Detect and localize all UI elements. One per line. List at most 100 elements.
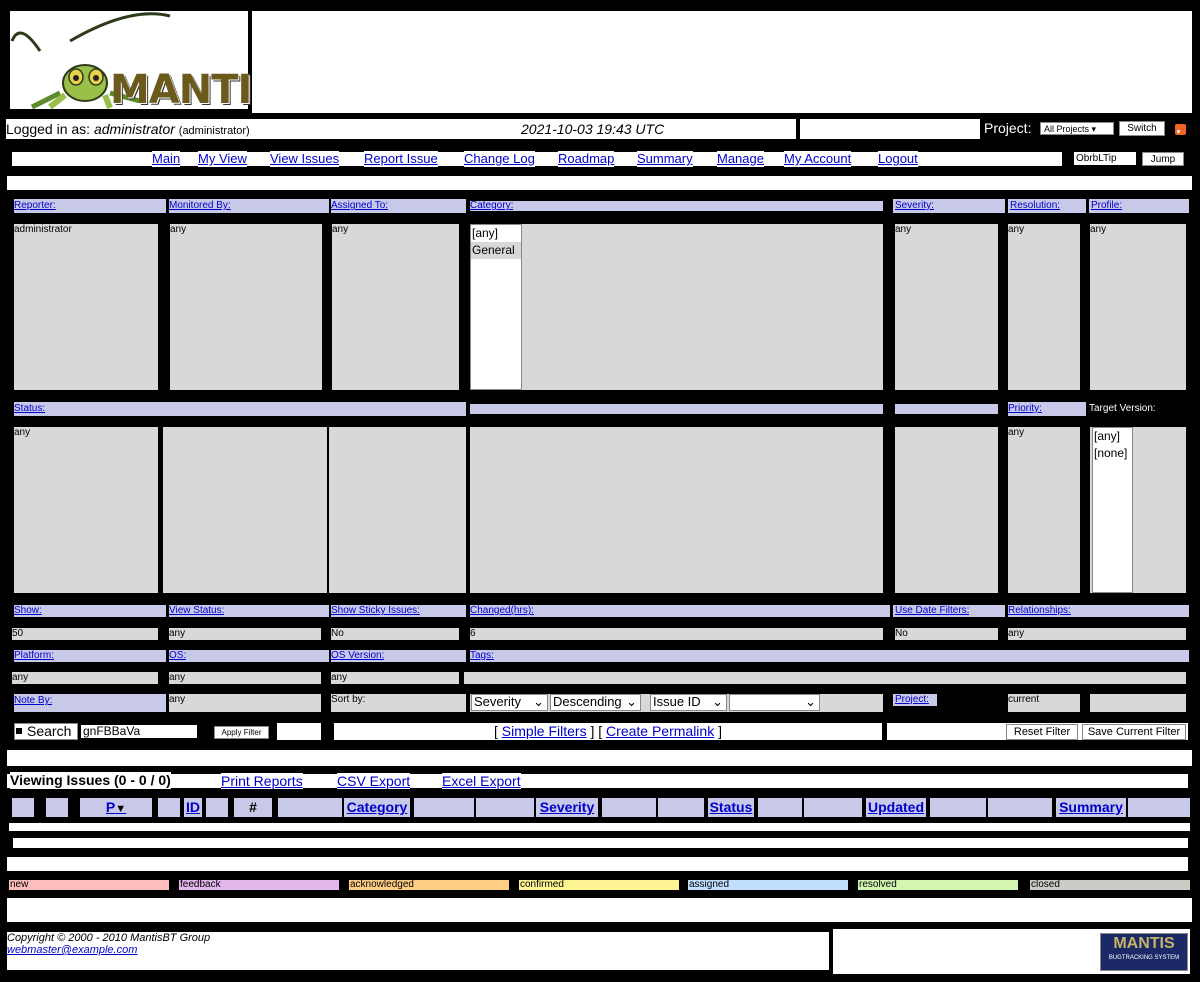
filter-relationships-value-cell: any: [1008, 628, 1186, 640]
filter-profile-label[interactable]: Profile:: [1091, 200, 1122, 211]
menu-report-issue[interactable]: Report Issue: [364, 151, 438, 167]
filter-relationships-value: any: [1008, 628, 1025, 639]
print-reports-link[interactable]: Print Reports: [221, 773, 303, 789]
simple-filters-link[interactable]: Simple Filters: [502, 723, 587, 739]
sort-dir-2-select[interactable]: ⌄: [729, 694, 820, 711]
filter-assigned-label[interactable]: Assigned To:: [331, 200, 388, 211]
chevron-down-icon: ⌄: [626, 694, 637, 709]
chevron-down-icon: ⌄: [805, 694, 816, 709]
category-option-any[interactable]: [any]: [471, 225, 521, 242]
filter-changed-label[interactable]: Changed(hrs):: [470, 605, 534, 616]
col-summary[interactable]: Summary: [1056, 798, 1126, 817]
legend-confirmed-label: confirmed: [520, 880, 564, 890]
csv-export-link[interactable]: CSV Export: [337, 773, 411, 789]
menu-my-view[interactable]: My View: [198, 151, 247, 167]
target-version-option-any[interactable]: [any]: [1093, 428, 1132, 445]
category-option-general[interactable]: General: [471, 242, 521, 259]
filter-tags-label[interactable]: Tags:: [470, 650, 494, 661]
apply-filter-button[interactable]: Apply Filter: [214, 726, 269, 739]
project-label: Project:: [984, 120, 1032, 136]
legend-new: new: [9, 880, 169, 890]
filter-tags-header: [470, 650, 1189, 662]
spacer-strip-2: [7, 750, 1192, 766]
col-id[interactable]: ID: [184, 798, 202, 817]
filter-os-value: any: [169, 672, 186, 683]
col-spacer-e: [476, 798, 534, 817]
col-priority[interactable]: P▼: [80, 798, 152, 817]
filter-target-version-label[interactable]: Target Version:: [1089, 403, 1156, 414]
filter-status-label[interactable]: Status:: [14, 403, 45, 414]
menu-change-log[interactable]: Change Log: [464, 151, 535, 167]
search-button[interactable]: Search: [14, 723, 78, 740]
spacer-strip-3: [7, 898, 1192, 922]
col-category[interactable]: Category: [344, 798, 410, 817]
project-select[interactable]: All Projects ▾: [1040, 122, 1114, 135]
reset-filter-button[interactable]: Reset Filter: [1006, 724, 1078, 740]
filter-status-header: [14, 402, 466, 416]
filter-viewstatus-value: any: [169, 628, 186, 639]
jump-button[interactable]: Jump: [1142, 152, 1184, 166]
filter-category-value-cell: [470, 224, 883, 390]
col-status[interactable]: Status: [708, 798, 754, 817]
filter-category-label[interactable]: Category:: [470, 200, 513, 211]
filter-osversion-label[interactable]: OS Version:: [331, 650, 384, 661]
create-permalink-link[interactable]: Create Permalink: [606, 723, 714, 739]
filter-changed-value-cell: 6: [470, 628, 883, 640]
login-info-bar: Logged in as: administrator (administrat…: [6, 119, 796, 139]
jump-input[interactable]: ObrbLTip: [1074, 152, 1136, 165]
badge-subtitle: BUGTRACKING SYSTEM: [1108, 955, 1180, 961]
filter-usedate-label[interactable]: Use Date Filters:: [895, 605, 969, 616]
search-row-spacer: [277, 723, 321, 740]
col-spacer-j: [930, 798, 986, 817]
menu-logout[interactable]: Logout: [878, 151, 918, 167]
menu-manage[interactable]: Manage: [717, 151, 764, 167]
filter-monitored-value-cell: any: [170, 224, 322, 390]
col-select: [12, 798, 34, 817]
filter-os-label[interactable]: OS:: [169, 650, 186, 661]
sort-field-1-value: Severity: [474, 694, 521, 709]
filter-show-label[interactable]: Show:: [14, 605, 42, 616]
legend-new-label: new: [10, 880, 29, 890]
filter-priority-label[interactable]: Priority:: [1008, 403, 1042, 414]
target-version-listbox[interactable]: [any] [none]: [1092, 427, 1133, 593]
col-severity[interactable]: Severity: [536, 798, 598, 817]
filter-monitored-label[interactable]: Monitored By:: [169, 200, 231, 211]
filter-changed-value: 6: [470, 628, 476, 639]
rss-icon[interactable]: [1175, 124, 1186, 135]
col-updated[interactable]: Updated: [866, 798, 926, 817]
filter-severity-label[interactable]: Severity:: [895, 200, 934, 211]
menu-view-issues[interactable]: View Issues: [270, 151, 340, 167]
switch-button[interactable]: Switch: [1119, 121, 1165, 136]
filter-os-header: [169, 650, 329, 662]
col-spacer-d: [414, 798, 474, 817]
filter-viewstatus-label[interactable]: View Status:: [169, 605, 224, 616]
menu-my-account[interactable]: My Account: [784, 151, 852, 167]
filter-reporter-label[interactable]: Reporter:: [14, 200, 56, 211]
menu-roadmap[interactable]: Roadmap: [558, 151, 615, 167]
category-listbox[interactable]: [any] General: [470, 224, 522, 390]
filter-platform-label[interactable]: Platform:: [14, 650, 54, 661]
search-input[interactable]: gnFBBaVa: [81, 725, 197, 738]
sort-field-2-select[interactable]: Issue ID ⌄: [650, 694, 727, 711]
col-spacer-c: [278, 798, 342, 817]
filter-noteby-value: any: [169, 694, 186, 705]
target-version-option-none[interactable]: [none]: [1093, 445, 1132, 462]
filter-resolution-label[interactable]: Resolution:: [1010, 200, 1060, 211]
excel-export-link[interactable]: Excel Export: [442, 773, 521, 789]
mantisbt-badge[interactable]: MANTIS BUGTRACKING SYSTEM: [1100, 933, 1188, 971]
menu-main[interactable]: Main: [152, 151, 181, 167]
filter-noteby-label[interactable]: Note By:: [14, 695, 52, 706]
filter-tags-value-cell: [464, 672, 1186, 684]
banner-area: [252, 11, 1192, 113]
filter-project-label[interactable]: Project:: [895, 694, 929, 705]
badge-title: MANTIS: [1113, 935, 1175, 952]
menu-summary[interactable]: Summary: [637, 151, 693, 167]
filter-relationships-label[interactable]: Relationships:: [1008, 605, 1071, 616]
filter-row2-blank-header: [470, 404, 883, 414]
webmaster-email-link[interactable]: webmaster@example.com: [7, 944, 829, 956]
sort-field-1-select[interactable]: Severity ⌄: [471, 694, 548, 711]
filter-sticky-label[interactable]: Show Sticky Issues:: [331, 605, 420, 616]
mantis-logo[interactable]: MANTIS: [10, 11, 280, 113]
save-filter-button[interactable]: Save Current Filter: [1082, 724, 1186, 740]
sort-dir-1-select[interactable]: Descending ⌄: [550, 694, 641, 711]
